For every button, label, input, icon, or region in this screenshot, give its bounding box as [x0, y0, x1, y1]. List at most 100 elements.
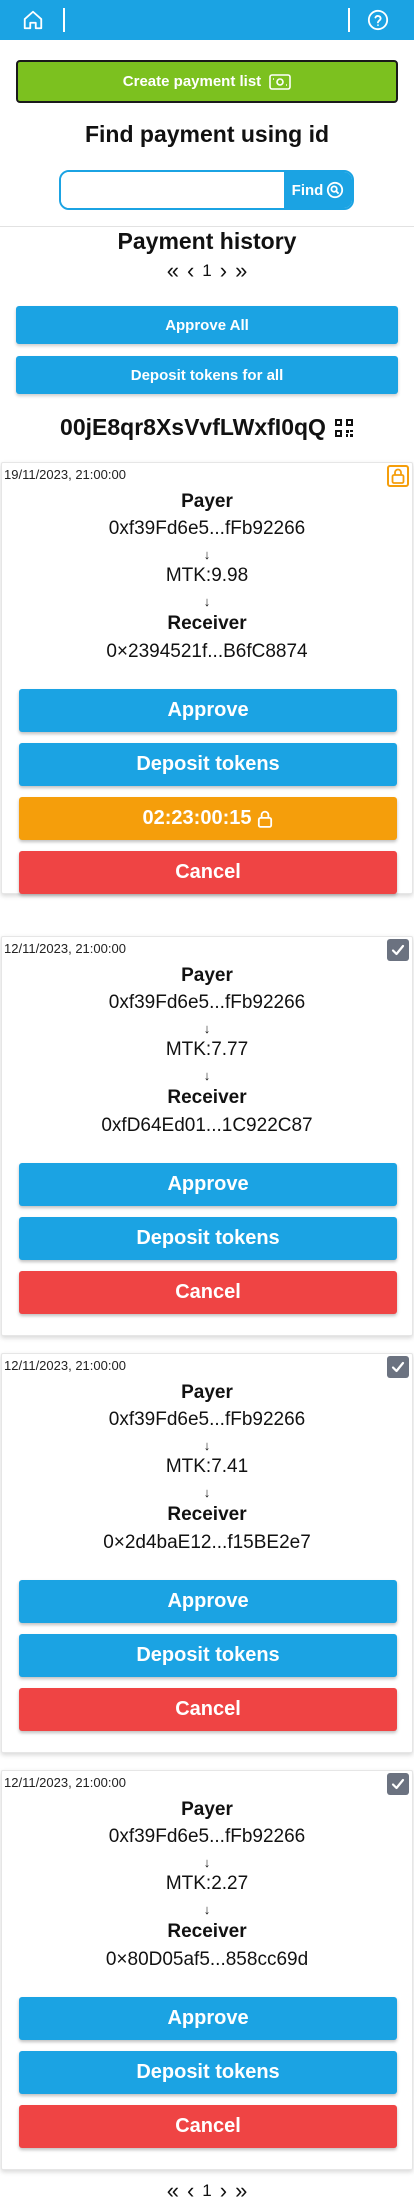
current-page: 1: [202, 2181, 212, 2200]
deposit-all-label: Deposit tokens for all: [130, 366, 284, 384]
payer-label: Payer: [181, 1799, 233, 1820]
cancel-button[interactable]: Cancel: [19, 851, 397, 894]
check-icon: [391, 1778, 405, 1790]
qr-code-icon[interactable]: [334, 418, 354, 438]
payer-address: 0xf39Fd6e5...fFb92266: [108, 1826, 306, 1847]
search-icon: [327, 181, 344, 199]
timer-value: 02:23:00:15: [142, 807, 252, 829]
receiver-address: 0×2394521f...B6fC8874: [106, 641, 308, 662]
payment-amount: MTK:7.41: [165, 1456, 249, 1477]
help-circle-icon[interactable]: [367, 9, 389, 31]
pagination-bottom: « ‹ 1 › »: [0, 2180, 414, 2202]
deposit-tokens-button[interactable]: Deposit tokens: [19, 2051, 397, 2094]
deposit-tokens-button[interactable]: Deposit tokens: [19, 743, 397, 786]
approve-label: Approve: [167, 699, 249, 721]
receiver-address: 0×2d4baE12...f15BE2e7: [103, 1532, 311, 1553]
lock-icon: [391, 468, 405, 484]
cancel-button[interactable]: Cancel: [19, 1688, 397, 1731]
approved-status-badge: [387, 1773, 409, 1795]
approved-status-badge: [387, 1356, 409, 1378]
payment-card: 19/11/2023, 21:00:00 Payer 0xf39Fd6e5...…: [1, 462, 413, 894]
first-page-icon[interactable]: «: [167, 260, 179, 282]
last-page-icon[interactable]: »: [235, 260, 247, 282]
create-payment-list-label: Create payment list: [122, 73, 262, 90]
approve-label: Approve: [167, 1590, 249, 1612]
payment-card: 12/11/2023, 21:00:00 Payer 0xf39Fd6e5...…: [1, 1353, 413, 1753]
find-button-label: Find: [291, 181, 324, 199]
find-payment-form: Find: [59, 170, 354, 210]
payment-amount: MTK:9.98: [165, 565, 249, 586]
approved-status-badge: [387, 939, 409, 961]
payment-id-input[interactable]: [61, 172, 284, 208]
approve-button[interactable]: Approve: [19, 1580, 397, 1623]
account-id: 00jE8qr8XsVvfLWxfI0qQ: [0, 414, 414, 441]
first-page-icon[interactable]: «: [167, 2180, 179, 2202]
check-icon: [391, 1361, 405, 1373]
prev-page-icon[interactable]: ‹: [187, 2180, 194, 2202]
header-divider: [63, 8, 65, 32]
check-icon: [391, 944, 405, 956]
last-page-icon[interactable]: »: [235, 2180, 247, 2202]
payer-address: 0xf39Fd6e5...fFb92266: [108, 518, 306, 539]
payment-date: 12/11/2023, 21:00:00: [4, 1358, 126, 1373]
arrow-down-icon: ↓: [203, 1485, 211, 1500]
receiver-label: Receiver: [167, 1921, 247, 1942]
find-payment-title: Find payment using id: [84, 121, 330, 147]
payment-date: 12/11/2023, 21:00:00: [4, 1775, 126, 1790]
arrow-down-icon: ↓: [203, 1855, 211, 1870]
deposit-label: Deposit tokens: [136, 753, 280, 775]
deposit-all-button[interactable]: Deposit tokens for all: [16, 356, 398, 394]
cancel-label: Cancel: [175, 861, 241, 883]
cancel-label: Cancel: [175, 2115, 241, 2137]
payment-card: 12/11/2023, 21:00:00 Payer 0xf39Fd6e5...…: [1, 936, 413, 1336]
cancel-label: Cancel: [175, 1698, 241, 1720]
payment-date: 12/11/2023, 21:00:00: [4, 941, 126, 956]
payment-card: 12/11/2023, 21:00:00 Payer 0xf39Fd6e5...…: [1, 1770, 413, 2170]
cancel-button[interactable]: Cancel: [19, 2105, 397, 2148]
current-page: 1: [202, 261, 212, 280]
pagination-top: « ‹ 1 › »: [0, 260, 414, 282]
payment-card-icon: [269, 73, 291, 90]
payer-label: Payer: [181, 1382, 233, 1403]
approve-button[interactable]: Approve: [19, 689, 397, 732]
receiver-label: Receiver: [167, 613, 247, 634]
lock-icon: [258, 810, 273, 828]
deposit-tokens-button[interactable]: Deposit tokens: [19, 1217, 397, 1260]
arrow-down-icon: ↓: [203, 547, 211, 562]
next-page-icon[interactable]: ›: [220, 2180, 227, 2202]
payer-address: 0xf39Fd6e5...fFb92266: [108, 1409, 306, 1430]
prev-page-icon[interactable]: ‹: [187, 260, 194, 282]
arrow-down-icon: ↓: [203, 1021, 211, 1036]
deposit-tokens-button[interactable]: Deposit tokens: [19, 1634, 397, 1677]
approve-all-label: Approve All: [165, 316, 249, 334]
deposit-label: Deposit tokens: [136, 1227, 280, 1249]
deposit-label: Deposit tokens: [136, 2061, 280, 2083]
payer-address: 0xf39Fd6e5...fFb92266: [108, 992, 306, 1013]
create-payment-list-button[interactable]: Create payment list: [16, 60, 398, 103]
approve-button[interactable]: Approve: [19, 1997, 397, 2040]
unlock-timer-button[interactable]: 02:23:00:15: [19, 797, 397, 840]
home-icon[interactable]: [22, 9, 44, 31]
receiver-address: 0xfD64Ed01...1C922C87: [101, 1115, 313, 1136]
arrow-down-icon: ↓: [203, 1068, 211, 1083]
cancel-button[interactable]: Cancel: [19, 1271, 397, 1314]
cancel-label: Cancel: [175, 1281, 241, 1303]
payer-label: Payer: [181, 491, 233, 512]
approve-label: Approve: [167, 1173, 249, 1195]
arrow-down-icon: ↓: [203, 1438, 211, 1453]
arrow-down-icon: ↓: [203, 594, 211, 609]
arrow-down-icon: ↓: [203, 1902, 211, 1917]
deposit-label: Deposit tokens: [136, 1644, 280, 1666]
receiver-address: 0×80D05af5...858cc69d: [105, 1949, 309, 1970]
section-divider: [0, 226, 414, 227]
lock-status-badge: [387, 465, 409, 487]
approve-button[interactable]: Approve: [19, 1163, 397, 1206]
account-id-text: 00jE8qr8XsVvfLWxfI0qQ: [60, 414, 326, 440]
next-page-icon[interactable]: ›: [220, 260, 227, 282]
header-divider: [348, 8, 350, 32]
payment-date: 19/11/2023, 21:00:00: [4, 467, 126, 482]
payment-amount: MTK:7.77: [165, 1039, 249, 1060]
find-button[interactable]: Find: [284, 172, 352, 208]
receiver-label: Receiver: [167, 1504, 247, 1525]
approve-all-button[interactable]: Approve All: [16, 306, 398, 344]
